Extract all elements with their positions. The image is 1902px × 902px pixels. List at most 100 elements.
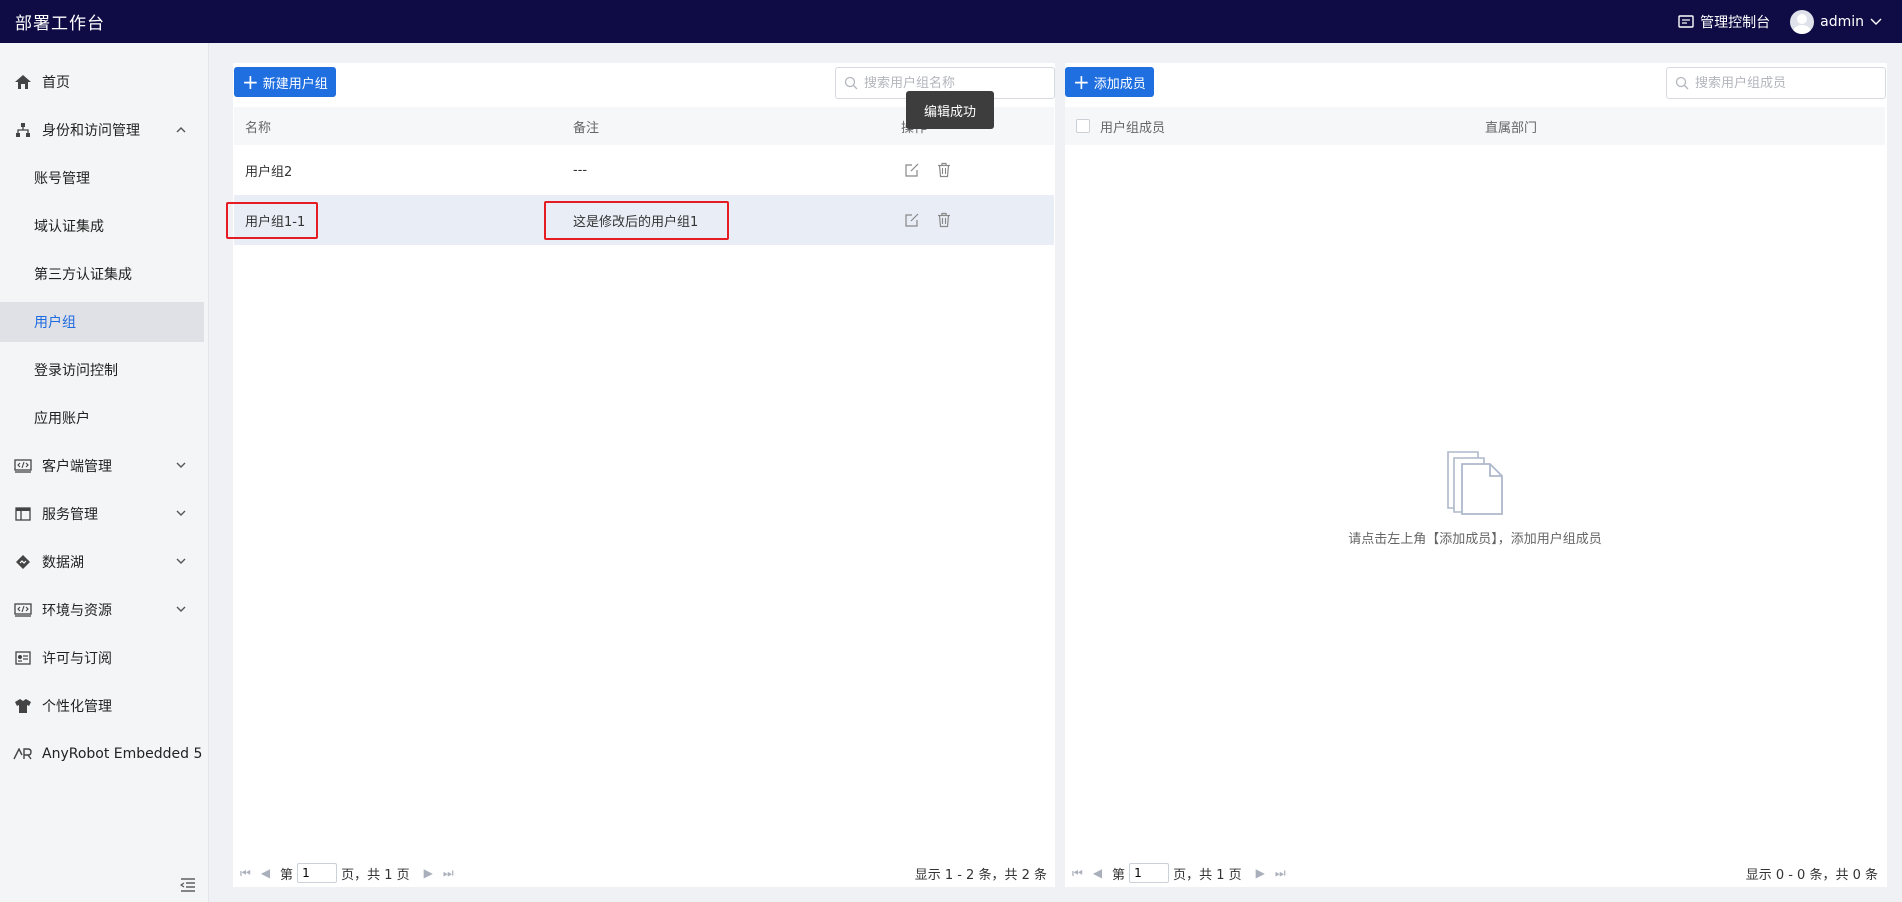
members-pagination: ⏮ ◀ 第 页，共 1 页 ▶ ⏭ [1072,859,1296,887]
member-search-input[interactable] [1695,75,1865,91]
pager-prefix: 第 [1112,867,1126,883]
edit-icon[interactable] [902,160,922,180]
first-page-icon[interactable]: ⏮ [1072,866,1083,881]
sidebar-item-domain-auth[interactable]: 域认证集成 [0,206,204,246]
search-icon [1675,76,1689,90]
next-page-icon[interactable]: ▶ [1256,866,1265,880]
sidebar: 首页 身份和访问管理 账号管理 域认证集成 第三方认证集成 用户组 登录访问控制… [0,43,209,902]
tshirt-icon [13,696,33,716]
sidebar-item-label: 应用账户 [34,411,90,427]
delete-icon[interactable] [934,210,954,230]
group-name: 用户组2 [245,164,293,180]
sidebar-item-label: 客户端管理 [42,459,112,475]
sidebar-item-login-access[interactable]: 登录访问控制 [0,350,204,390]
home-icon [13,72,33,92]
table-row[interactable]: 用户组2 --- [234,145,1054,195]
member-search-field[interactable] [1666,67,1886,99]
last-page-icon[interactable]: ⏭ [1275,866,1286,881]
chevron-down-icon [176,554,186,568]
sidebar-item-label: 环境与资源 [42,603,112,619]
sidebar-item-anyrobot[interactable]: AnyRobot Embedded 5 [0,734,204,774]
license-icon [13,648,33,668]
sidebar-item-home[interactable]: 首页 [0,62,204,102]
highlight-box-name [226,202,318,239]
last-page-icon[interactable]: ⏭ [443,866,454,881]
edit-icon[interactable] [902,210,922,230]
user-menu[interactable]: admin [1790,9,1882,34]
success-toast: 编辑成功 [906,91,994,129]
collapse-sidebar-icon[interactable] [179,878,196,892]
data-lake-icon [13,552,33,572]
column-header-name: 名称 [245,120,272,136]
prev-page-icon[interactable]: ◀ [261,866,270,880]
search-icon [844,76,858,90]
groups-pager-info: 显示 1 - 2 条，共 2 条 [914,868,1047,883]
prev-page-icon[interactable]: ◀ [1093,866,1102,880]
admin-console-link[interactable]: 管理控制台 [1678,12,1770,32]
chevron-down-icon [176,602,186,616]
app-title: 部署工作台 [15,14,105,34]
chevron-down-icon [176,506,186,520]
plus-icon: + [1073,70,1090,94]
members-pager-info: 显示 0 - 0 条，共 0 条 [1745,868,1878,883]
column-header-department: 直属部门 [1485,120,1538,136]
sidebar-item-iam[interactable]: 身份和访问管理 [0,110,204,150]
delete-icon[interactable] [934,160,954,180]
groups-pagination: ⏮ ◀ 第 页，共 1 页 ▶ ⏭ [240,859,464,887]
group-remark: --- [573,162,588,178]
sidebar-item-label: 个性化管理 [42,699,112,715]
sidebar-item-personalization[interactable]: 个性化管理 [0,686,204,726]
sidebar-item-accounts[interactable]: 账号管理 [0,158,204,198]
sidebar-item-label: 第三方认证集成 [34,267,132,283]
sidebar-item-label: 首页 [42,75,70,91]
sidebar-item-label: 账号管理 [34,171,90,187]
add-member-button[interactable]: + 添加成员 [1065,67,1154,97]
group-search-input[interactable] [864,75,1034,91]
sidebar-item-client-mgmt[interactable]: 客户端管理 [0,446,204,486]
new-user-group-button[interactable]: + 新建用户组 [234,67,336,97]
plus-icon: + [242,70,259,94]
sidebar-item-label: AnyRobot Embedded 5 [42,746,203,762]
console-icon [1678,14,1694,28]
sidebar-item-license[interactable]: 许可与订阅 [0,638,204,678]
pager-suffix: 页，共 1 页 [1173,867,1242,883]
empty-state-text: 请点击左上角【添加成员】，添加用户组成员 [1348,532,1602,547]
empty-state: 请点击左上角【添加成员】，添加用户组成员 [1310,450,1640,547]
column-header-remark: 备注 [573,120,600,136]
sidebar-item-label: 用户组 [34,315,76,331]
code-monitor-icon [13,456,33,476]
sidebar-item-third-party-auth[interactable]: 第三方认证集成 [0,254,204,294]
sidebar-item-label: 许可与订阅 [42,651,112,667]
sidebar-item-label: 域认证集成 [34,219,104,235]
first-page-icon[interactable]: ⏮ [240,866,251,881]
user-name: admin [1820,13,1864,30]
admin-console-label: 管理控制台 [1700,14,1771,31]
layout-icon [13,504,33,524]
top-bar: 部署工作台 管理控制台 admin [0,0,1902,43]
page-number-input[interactable] [1129,863,1170,883]
button-label: 新建用户组 [262,76,328,92]
org-tree-icon [13,120,33,140]
code-monitor-icon [13,600,33,620]
column-header-member: 用户组成员 [1100,120,1166,136]
sidebar-item-label: 身份和访问管理 [42,123,140,139]
pager-prefix: 第 [280,867,294,883]
button-label: 添加成员 [1093,76,1146,92]
chevron-up-icon [176,122,186,136]
sidebar-item-env-resources[interactable]: 环境与资源 [0,590,204,630]
chevron-down-icon [176,458,186,472]
chevron-down-icon [1870,18,1882,25]
avatar [1790,9,1815,34]
pager-suffix: 页，共 1 页 [341,867,410,883]
sidebar-item-service-mgmt[interactable]: 服务管理 [0,494,204,534]
select-all-checkbox[interactable] [1076,119,1090,133]
next-page-icon[interactable]: ▶ [424,866,433,880]
sidebar-item-data-lake[interactable]: 数据湖 [0,542,204,582]
highlight-box-remark [544,201,729,240]
sidebar-item-user-groups[interactable]: 用户组 [0,302,204,342]
anyrobot-logo-icon [13,744,33,764]
sidebar-item-app-accounts[interactable]: 应用账户 [0,398,204,438]
sidebar-item-label: 登录访问控制 [34,363,118,379]
empty-documents-icon [1447,451,1503,515]
page-number-input[interactable] [297,863,338,883]
